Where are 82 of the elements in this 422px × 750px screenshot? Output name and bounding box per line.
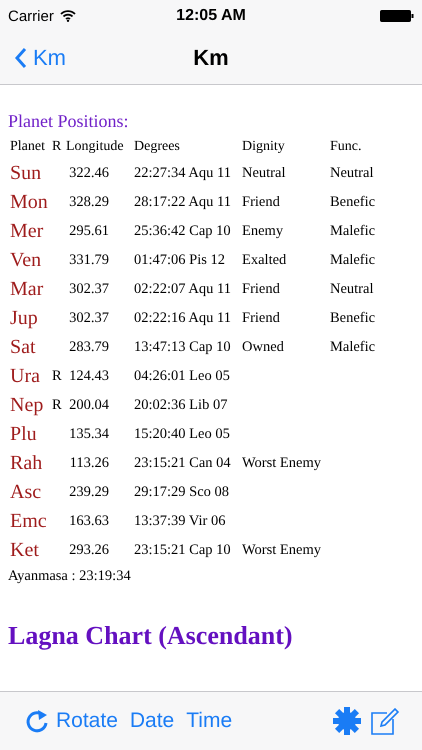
dignity-cell-text: Friend [242,280,281,298]
function-cell-text: Malefic [330,338,376,356]
planet-name: Plu [9,422,38,446]
degrees-cell-text: 22:27:34 Aqu 11 [133,164,232,182]
planet-name: Mer [9,218,44,244]
degrees-cell-text: 02:22:07 Aqu 11 [133,280,232,298]
planet-name: Ura [9,364,41,388]
degrees-cell-text: 13:47:13 Cap 10 [133,338,232,356]
longitude-cell-text: 328.29 [68,192,109,210]
longitude-cell-text: 239.29 [68,482,109,500]
wifi-icon [60,10,76,22]
dignity-cell-text: Owned [242,338,285,356]
retrograde-mark: R [52,396,63,414]
planet-name: Ket [9,538,40,562]
degrees-cell-text: 20:02:36 Lib 07 [133,396,228,414]
settings-icon [332,706,362,736]
longitude-cell-text: 163.63 [68,512,109,530]
dignity-cell-text: Worst Enemy [242,454,322,472]
status-time: 12:05 AM [176,7,246,25]
column-header: R [52,138,62,156]
longitude-cell-text: 293.26 [68,540,109,558]
section-heading: Planet Positions: [8,111,130,132]
longitude-cell-text: 302.37 [68,280,109,298]
column-header: Func. [330,138,362,156]
function-cell-text: Benefic [330,192,376,210]
dignity-cell-text: Enemy [242,222,284,240]
planet-name: Rah [9,450,44,476]
degrees-cell-text: 23:15:21 Can 04 [133,454,232,472]
column-header: Planet [9,138,46,156]
column-header: Longitude [66,138,125,156]
planet-name: Sun [9,160,42,186]
back-button[interactable]: Km [14,45,66,71]
degrees-cell-text: 04:26:01 Leo 05 [133,366,231,384]
battery-icon [380,10,414,22]
degrees-cell-text: 02:22:16 Aqu 11 [133,308,232,326]
carrier-label: Carrier [8,8,54,24]
degrees-cell-text: 23:15:21 Cap 10 [133,540,232,558]
planet-name: Mon [9,190,49,214]
dignity-cell-text: Friend [242,192,281,210]
longitude-cell-text: 331.79 [68,250,109,268]
longitude-cell-text: 124.43 [68,366,109,384]
planet-name: Sat [9,334,37,360]
planet-name: Nep [9,392,44,418]
degrees-cell-text: 01:47:06 Pis 12 [133,250,226,268]
degrees-cell-text: 28:17:22 Aqu 11 [133,192,232,210]
function-cell-text: Benefic [330,308,376,326]
chevron-left-icon [14,47,27,69]
planet-name: Ven [9,248,42,272]
degrees-cell-text: 15:20:40 Leo 05 [133,424,231,442]
function-cell-text: Neutral [330,164,374,182]
longitude-cell-text: 283.79 [68,338,109,356]
toolbar-button[interactable]: Time [180,709,238,733]
retrograde-mark: R [52,366,63,384]
column-header: Degrees [134,138,181,156]
toolbar-button[interactable]: Date [124,709,180,733]
dignity-cell-text: Worst Enemy [242,540,322,558]
column-header: Dignity [242,138,286,156]
longitude-cell-text: 322.46 [68,164,109,182]
dignity-cell-text: Neutral [242,164,286,182]
function-cell-text: Malefic [330,250,376,268]
longitude-cell-text: 302.37 [68,308,109,326]
ayanamsa-text: Ayanmasa : 23:19:34 [8,568,132,585]
longitude-cell-text: 295.61 [68,222,109,240]
rotate-icon[interactable] [24,708,50,734]
toolbar-button[interactable]: Rotate [50,709,124,733]
longitude-cell-text: 135.34 [68,424,109,442]
compose-icon [370,706,400,736]
planet-name: Asc [9,480,42,504]
longitude-cell-text: 200.04 [68,396,109,414]
function-cell-text: Neutral [330,280,374,298]
degrees-cell-text: 13:37:39 Vir 06 [133,512,227,530]
planet-name: Jup [9,306,39,330]
dignity-cell-text: Friend [242,308,281,326]
chart-heading: Lagna Chart (Ascendant) [8,621,294,651]
function-cell-text: Malefic [330,222,376,240]
longitude-cell-text: 113.26 [68,454,109,472]
planet-name: Emc [9,508,48,534]
dignity-cell-text: Exalted [242,250,288,268]
planet-name: Mar [9,276,44,302]
degrees-cell-text: 25:36:42 Cap 10 [133,222,232,240]
degrees-cell-text: 29:17:29 Sco 08 [133,482,230,500]
nav-title: Km [193,45,229,71]
